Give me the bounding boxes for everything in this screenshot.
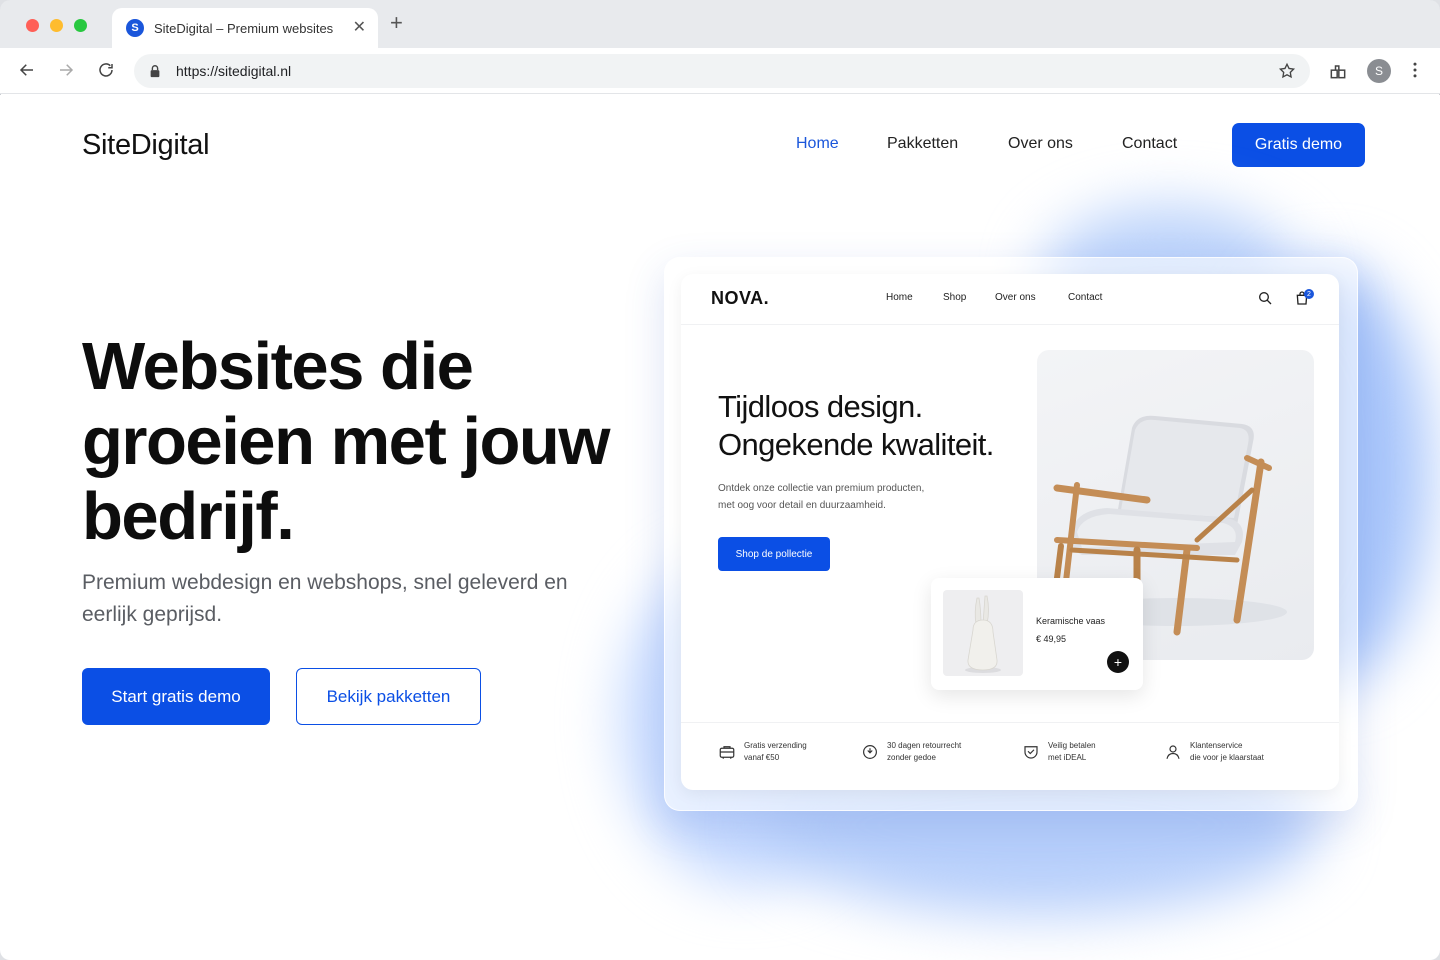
shop-mockup: NOVA. Home Shop Over ons Contact 2 Tijdl… <box>681 274 1339 790</box>
back-icon[interactable] <box>15 58 39 82</box>
mock-nav-shop: Shop <box>943 292 967 303</box>
mock-header-divider <box>681 324 1339 325</box>
mock-nav-home: Home <box>886 292 913 303</box>
browser-menu-icon[interactable] <box>1404 59 1426 81</box>
feature-line: Klantenservice <box>1190 741 1243 750</box>
feature-line: Veilig betalen <box>1048 741 1096 750</box>
feature-line: zonder gedoe <box>887 753 936 762</box>
cart-count-badge: 2 <box>1304 289 1314 299</box>
return-icon <box>863 745 877 759</box>
vase-image <box>943 590 1023 676</box>
feature-service: Klantenservice die voor je klaarstaat <box>1164 740 1264 764</box>
start-demo-button[interactable]: Start gratis demo <box>82 668 270 725</box>
nav-contact[interactable]: Contact <box>1122 135 1177 153</box>
nav-over-ons[interactable]: Over ons <box>1008 135 1073 153</box>
nav-pakketten[interactable]: Pakketten <box>887 135 958 153</box>
lock-icon <box>150 65 160 78</box>
mock-nav-over-ons: Over ons <box>995 292 1036 303</box>
browser-window: S SiteDigital – Premium websites ✕ + htt… <box>0 0 1440 960</box>
maximize-window-button[interactable] <box>74 19 87 32</box>
hero-title-line: Websites die <box>82 329 474 404</box>
product-price: € 49,95 <box>1036 634 1067 644</box>
gratis-demo-button[interactable]: Gratis demo <box>1232 123 1365 167</box>
hero-title-line: bedrijf. <box>82 479 295 554</box>
mock-subtitle-line: met oog voor detail en duurzaamheid. <box>718 500 886 511</box>
rabbit-vase-illustration <box>965 595 1001 673</box>
browser-toolbar: https://sitedigital.nl <box>0 48 1440 94</box>
mock-shop-button: Shop de pollectie <box>718 537 830 571</box>
view-packages-button[interactable]: Bekijk pakketten <box>296 668 481 725</box>
search-icon <box>1259 292 1272 305</box>
new-tab-icon[interactable]: + <box>390 12 403 34</box>
nova-logo: NOVA. <box>711 288 770 308</box>
tab-title: SiteDigital – Premium websites <box>154 20 334 36</box>
tab-close-icon[interactable]: ✕ <box>353 20 366 36</box>
mock-nav-contact: Contact <box>1068 292 1103 303</box>
feature-line: 30 dagen retourrecht <box>887 741 962 750</box>
feature-line: die voor je klaarstaat <box>1190 753 1264 762</box>
nav-home[interactable]: Home <box>796 135 839 153</box>
url-text: https://sitedigital.nl <box>176 63 292 79</box>
reload-icon[interactable] <box>94 58 118 82</box>
hero-title: Websites die groeien met jouw bedrijf. <box>82 329 642 554</box>
hero-subtitle: Premium webdesign en webshops, snel gele… <box>82 571 568 626</box>
user-icon <box>1166 745 1180 759</box>
feature-line: vanaf €50 <box>744 753 780 762</box>
bookmark-star-icon[interactable] <box>1278 62 1296 80</box>
feature-shipping: Gratis verzending vanaf €50 <box>718 740 807 764</box>
hero-title-line: groeien met jouw <box>82 404 610 479</box>
product-name: Keramische vaas <box>1036 616 1106 626</box>
mock-title-line: Tijdloos design. <box>718 389 923 424</box>
favicon-icon: S <box>126 19 144 37</box>
mock-title-line: Ongekende kwaliteit. <box>718 427 994 462</box>
add-to-cart-icon: + <box>1107 651 1129 673</box>
feature-payment: Veilig betalen met iDEAL <box>1022 740 1096 764</box>
feature-returns: 30 dagen retourrecht zonder gedoe <box>861 740 961 764</box>
mock-hero-title: Tijdloos design. Ongekende kwaliteit. <box>718 388 1038 464</box>
feature-line: Gratis verzending <box>744 741 807 750</box>
shield-check-icon <box>1024 746 1038 759</box>
minimize-window-button[interactable] <box>50 19 63 32</box>
mock-hero-subtitle: Ontdek onze collectie van premium produc… <box>718 480 958 514</box>
mock-subtitle-line: Ontdek onze collectie van premium produc… <box>718 483 925 494</box>
profile-avatar[interactable]: S <box>1367 59 1391 83</box>
product-card: Keramische vaas € 49,95 + <box>931 578 1143 690</box>
forward-icon[interactable] <box>54 58 78 82</box>
close-window-button[interactable] <box>26 19 39 32</box>
tab-bar: S SiteDigital – Premium websites ✕ + <box>0 0 1440 48</box>
web-page: SiteDigital Home Pakketten Over ons Cont… <box>0 95 1440 960</box>
address-bar[interactable]: https://sitedigital.nl <box>134 54 1310 88</box>
browser-tab-active[interactable]: S SiteDigital – Premium websites ✕ <box>112 8 378 48</box>
delivery-icon <box>719 746 735 759</box>
site-logo[interactable]: SiteDigital <box>82 129 210 162</box>
features-divider <box>681 722 1339 723</box>
feature-line: met iDEAL <box>1048 753 1087 762</box>
extensions-icon[interactable] <box>1327 60 1349 82</box>
